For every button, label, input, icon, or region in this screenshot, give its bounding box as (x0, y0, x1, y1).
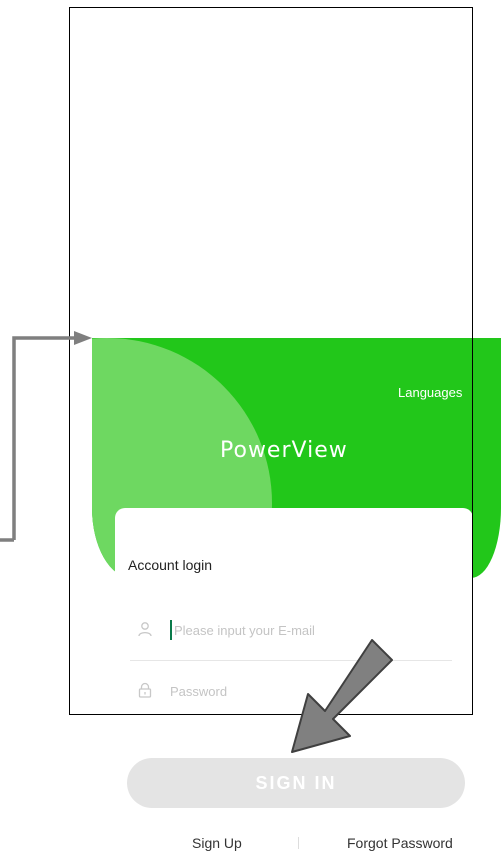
password-input[interactable] (170, 681, 440, 701)
app-logo: PowerView (220, 438, 348, 463)
forgot-password-link[interactable]: Forgot Password (347, 835, 453, 851)
sign-in-button[interactable]: SIGN IN (127, 758, 465, 808)
email-input[interactable] (170, 620, 444, 640)
lock-icon (136, 681, 154, 699)
user-icon (136, 620, 154, 638)
field-divider (130, 660, 452, 661)
link-separator (298, 837, 299, 849)
login-title: Account login (128, 557, 213, 573)
languages-link[interactable]: Languages (398, 385, 462, 400)
sign-up-link[interactable]: Sign Up (192, 835, 242, 851)
elbow-arrow-icon (0, 331, 92, 542)
